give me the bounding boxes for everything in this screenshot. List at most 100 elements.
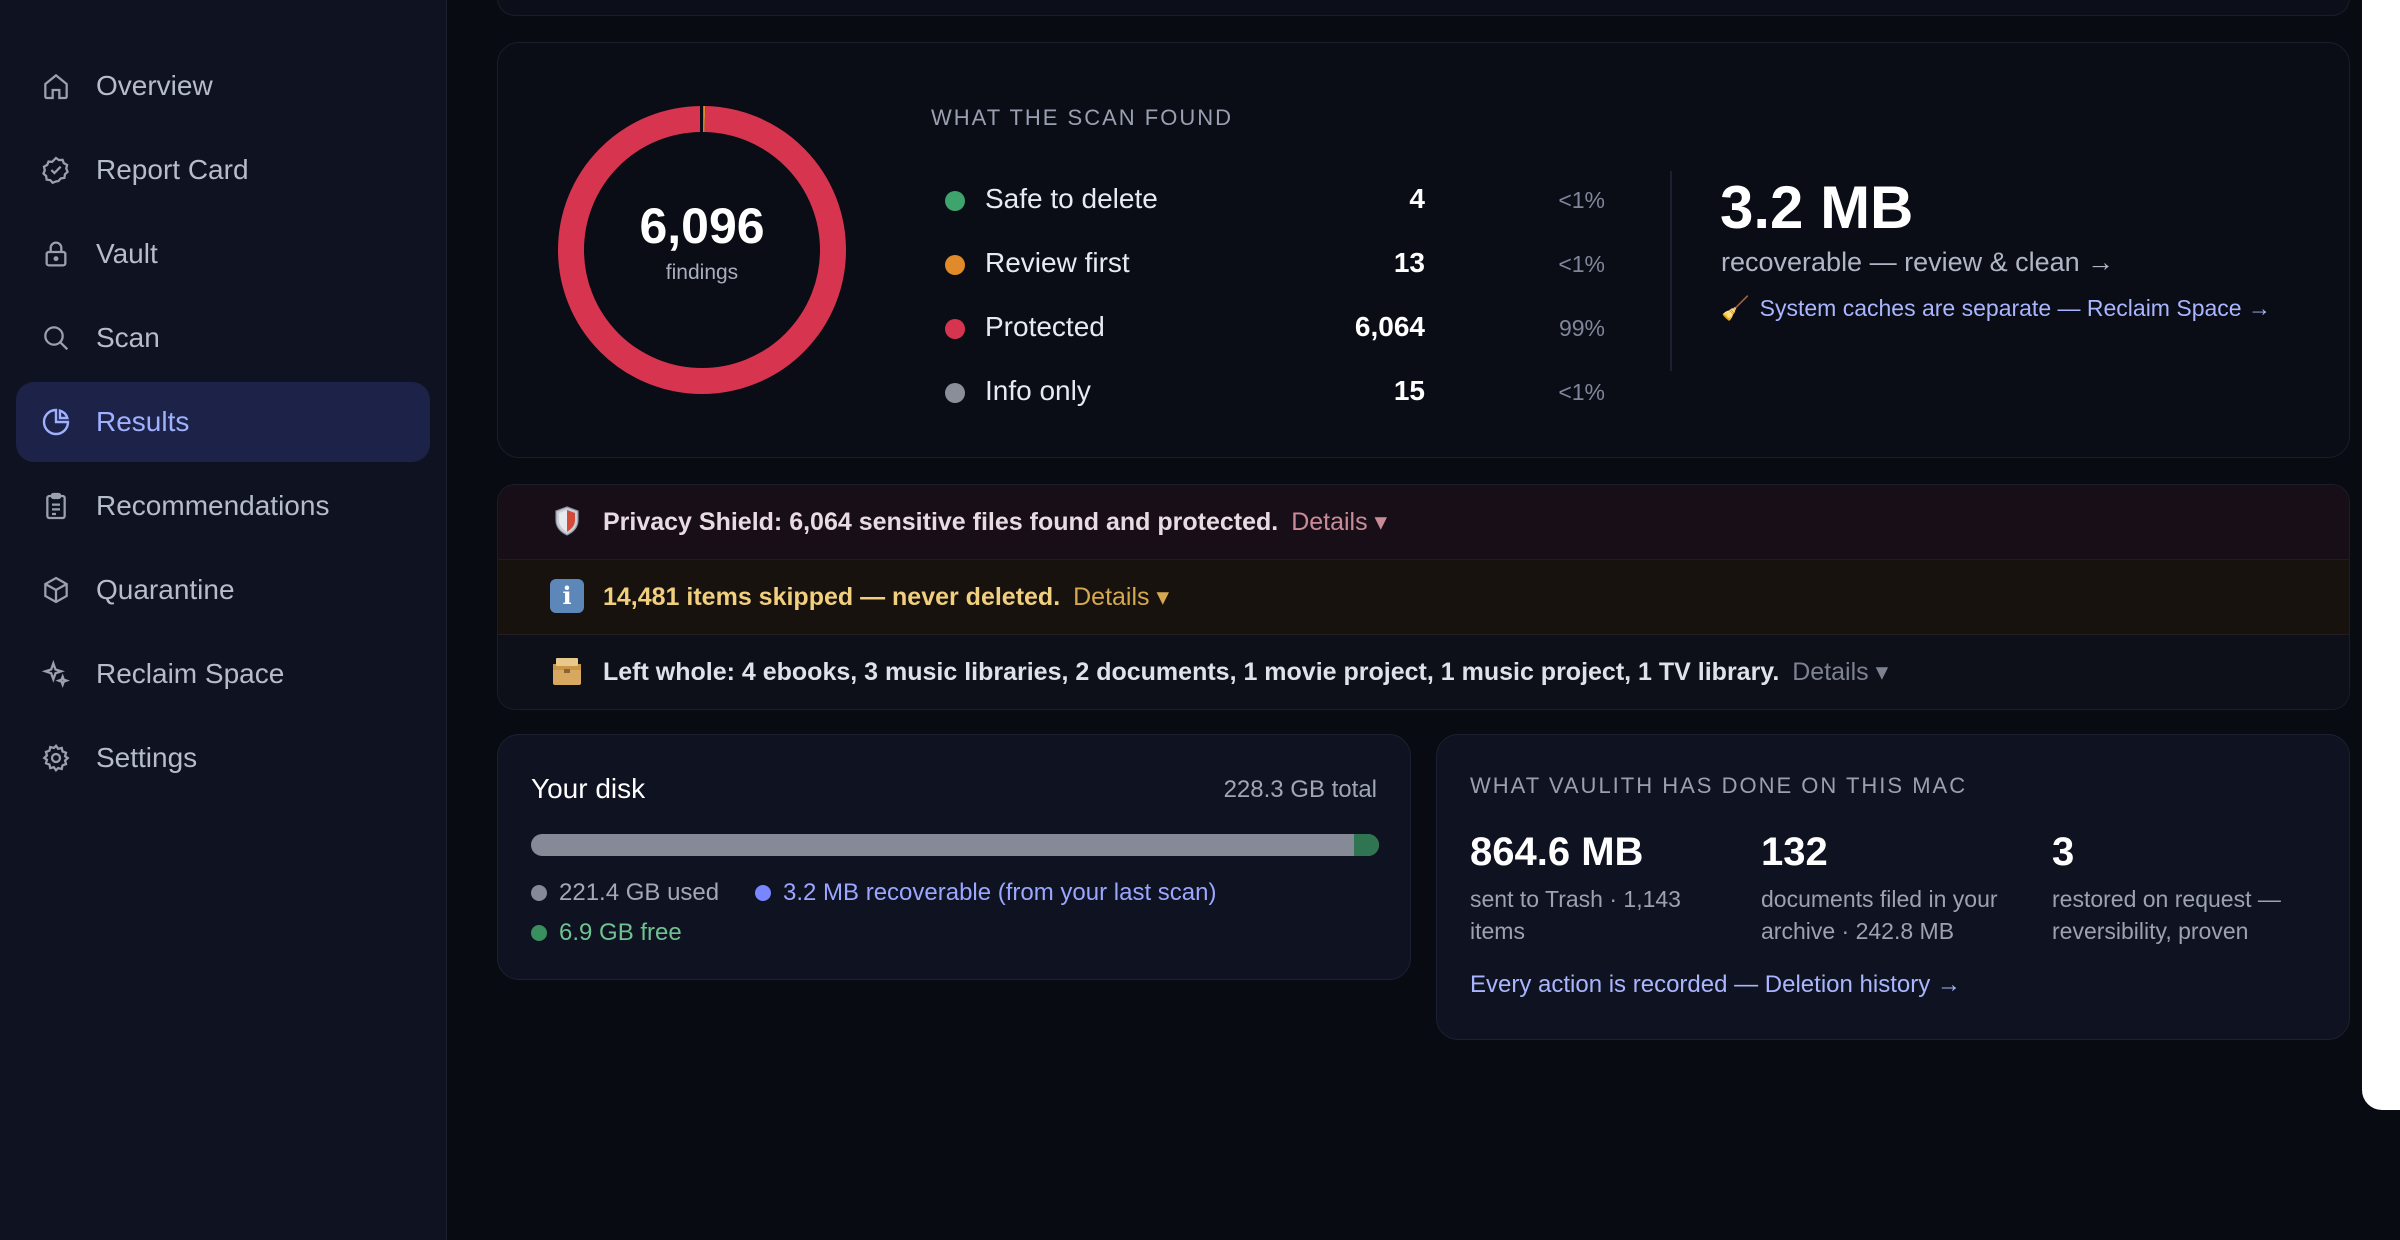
left-whole-text: Left whole: 4 ebooks, 3 music libraries,…	[603, 657, 1888, 687]
donut-gap-marker	[700, 105, 703, 139]
status-dot	[945, 383, 965, 403]
sidebar-item-label: Settings	[96, 742, 198, 773]
sidebar-item-label: Reclaim Space	[96, 658, 285, 689]
sparkles-icon	[41, 659, 70, 688]
finding-label: Info only	[985, 375, 1091, 406]
sidebar-item-report-card[interactable]: Report Card	[16, 130, 430, 210]
scan-found-heading: WHAT THE SCAN FOUND	[931, 105, 1234, 130]
finding-label: Review first	[985, 247, 1130, 278]
privacy-details-toggle[interactable]: Details ▾	[1291, 508, 1387, 536]
box-icon	[44, 576, 68, 604]
legend-dot	[531, 885, 547, 901]
shield-icon	[555, 506, 579, 536]
left-whole-details-toggle[interactable]: Details ▾	[1792, 658, 1888, 686]
findings-label: findings	[665, 261, 739, 284]
disk-usage-card: Your disk 228.3 GB total 221.4 GB used 3…	[497, 734, 1411, 980]
sidebar-item-reclaim-space[interactable]: Reclaim Space	[16, 634, 430, 714]
pie-chart-icon	[42, 408, 70, 436]
privacy-shield-banner: Privacy Shield: 6,064 sensitive files fo…	[498, 485, 2349, 560]
adjacent-window-edge	[2362, 0, 2400, 1110]
status-dot	[945, 319, 965, 339]
finding-row-safe[interactable]: Safe to delete 4 <1%	[945, 179, 1605, 223]
sidebar-item-label: Results	[96, 406, 190, 437]
skipped-details-toggle[interactable]: Details ▾	[1073, 583, 1169, 611]
finding-label: Protected	[985, 311, 1105, 342]
home-icon	[44, 73, 68, 100]
left-whole-message: Left whole: 4 ebooks, 3 music libraries,…	[603, 658, 1780, 686]
reclaim-space-link-label: System caches are separate — Reclaim Spa…	[1759, 295, 2271, 321]
vaulith-activity-heading: WHAT VAULITH HAS DONE ON THIS MAC	[1470, 773, 1968, 798]
finding-count: 15	[1393, 375, 1425, 406]
disk-bar-free	[1353, 834, 1379, 856]
sidebar-item-label: Vault	[96, 238, 158, 269]
lock-icon	[45, 241, 67, 267]
clipboard-icon	[46, 492, 66, 520]
gear-icon	[42, 743, 70, 773]
previous-card	[497, 0, 2350, 16]
sidebar-item-label: Scan	[96, 322, 160, 353]
reclaim-space-link[interactable]: 🧹 System caches are separate — Reclaim Sp…	[1721, 295, 2271, 322]
package-icon	[553, 658, 581, 685]
stat-restored: 3 restored on request — reversibility, p…	[2052, 827, 2322, 947]
legend-dot	[531, 925, 547, 941]
sidebar-item-scan[interactable]: Scan	[16, 298, 430, 378]
left-whole-banner: Left whole: 4 ebooks, 3 music libraries,…	[498, 635, 2349, 709]
disk-usage-bar	[531, 834, 1379, 856]
finding-count: 4	[1409, 183, 1425, 214]
finding-count: 13	[1393, 247, 1425, 278]
sidebar-item-results[interactable]: Results	[16, 382, 430, 462]
sidebar-item-quarantine[interactable]: Quarantine	[16, 550, 430, 630]
sidebar-item-overview[interactable]: Overview	[16, 46, 430, 126]
legend-free: 6.9 GB free	[531, 919, 682, 947]
sidebar-item-label: Report Card	[96, 154, 249, 185]
legend-recoverable-label: 3.2 MB recoverable (from your last scan)	[783, 879, 1217, 906]
status-dot	[945, 191, 965, 211]
sidebar-item-label: Recommendations	[96, 490, 330, 521]
legend-used-label: 221.4 GB used	[559, 879, 720, 906]
sidebar-item-label: Quarantine	[96, 574, 235, 605]
vaulith-activity-card: WHAT VAULITH HAS DONE ON THIS MAC 864.6 …	[1436, 734, 2350, 1040]
check-badge-icon	[42, 156, 69, 185]
divider	[1670, 171, 1672, 371]
skipped-items-banner: i 14,481 items skipped — never deleted. …	[498, 560, 2349, 635]
sidebar-item-recommendations[interactable]: Recommendations	[16, 466, 430, 546]
stat-desc: sent to Trash · 1,143 items	[1470, 886, 1681, 944]
scan-summary-card: 6,096 findings WHAT THE SCAN FOUND Safe …	[497, 42, 2350, 458]
finding-row-review[interactable]: Review first 13 <1%	[945, 243, 1605, 287]
skipped-items-message: 14,481 items skipped — never deleted.	[603, 583, 1061, 611]
status-dot	[945, 255, 965, 275]
review-and-clean-link[interactable]: recoverable — review & clean →	[1721, 247, 2114, 278]
finding-percent: <1%	[1558, 379, 1605, 405]
finding-count: 6,064	[1354, 311, 1425, 342]
finding-row-protected[interactable]: Protected 6,064 99%	[945, 307, 1605, 351]
finding-row-info[interactable]: Info only 15 <1%	[945, 371, 1605, 415]
stat-value: 3	[2052, 830, 2075, 874]
stat-value: 132	[1761, 830, 1828, 874]
disk-title: Your disk	[531, 773, 646, 804]
stat-value: 864.6 MB	[1470, 830, 1644, 874]
skipped-items-text: 14,481 items skipped — never deleted. De…	[603, 582, 1169, 612]
legend-used: 221.4 GB used	[531, 879, 719, 907]
legend-free-label: 6.9 GB free	[559, 919, 682, 946]
finding-percent: 99%	[1558, 315, 1605, 341]
findings-total: 6,096	[639, 198, 765, 254]
stat-archive: 132 documents filed in your archive · 24…	[1761, 827, 2031, 947]
search-icon	[44, 326, 69, 351]
stat-desc: restored on request — reversibility, pro…	[2052, 886, 2281, 944]
recoverable-size: 3.2 MB	[1720, 174, 1914, 241]
sidebar-item-label: Overview	[96, 70, 213, 101]
info-icon: i	[550, 579, 584, 613]
disk-total: 228.3 GB total	[1223, 776, 1377, 803]
stat-trash: 864.6 MB sent to Trash · 1,143 items	[1470, 827, 1740, 947]
deletion-history-link[interactable]: Every action is recorded — Deletion hist…	[1470, 971, 1961, 999]
sidebar-item-settings[interactable]: Settings	[16, 718, 430, 798]
finding-percent: <1%	[1558, 251, 1605, 277]
privacy-shield-text: Privacy Shield: 6,064 sensitive files fo…	[603, 507, 1387, 537]
privacy-shield-message: Privacy Shield: 6,064 sensitive files fo…	[603, 508, 1279, 536]
finding-percent: <1%	[1558, 187, 1605, 213]
sidebar-item-vault[interactable]: Vault	[16, 214, 430, 294]
finding-label: Safe to delete	[985, 183, 1158, 214]
legend-recoverable: 3.2 MB recoverable (from your last scan)	[755, 879, 1217, 907]
legend-dot	[755, 885, 771, 901]
sidebar: Overview Report Card Vault Scan Results …	[0, 0, 447, 1240]
